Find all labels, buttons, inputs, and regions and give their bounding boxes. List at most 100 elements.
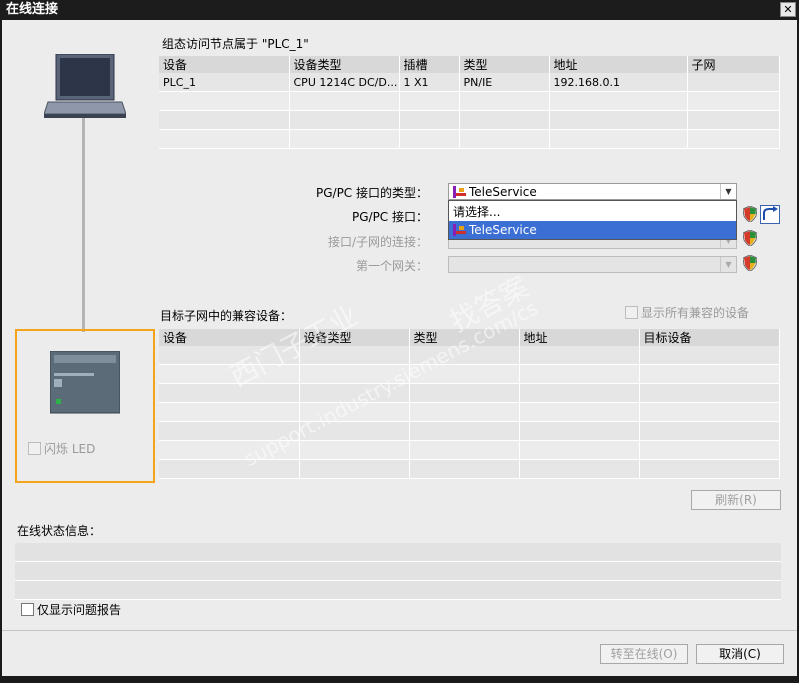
table-row[interactable] xyxy=(159,421,780,441)
table-row[interactable] xyxy=(159,129,780,149)
flash-led-checkbox[interactable] xyxy=(28,442,41,455)
table-row[interactable] xyxy=(159,110,780,130)
table-cell xyxy=(459,91,550,111)
chevron-down-icon[interactable]: ▼ xyxy=(720,184,736,199)
column-header[interactable]: 设备 xyxy=(159,56,290,73)
first-gateway-combobox[interactable]: ▼ xyxy=(448,256,737,273)
table-cell xyxy=(409,402,520,422)
column-header[interactable]: 设备类型 xyxy=(289,56,400,73)
table-cell: PN/IE xyxy=(459,73,550,92)
dropdown-option-teleservice[interactable]: TeleService xyxy=(449,221,736,239)
table-cell xyxy=(639,383,780,403)
table-cell xyxy=(159,129,290,149)
compatible-devices-title: 目标子网中的兼容设备： xyxy=(160,309,293,323)
table-cell xyxy=(639,402,780,422)
pgpc-type-label: PG/PC 接口的类型： xyxy=(315,186,428,200)
teleservice-icon xyxy=(453,224,466,236)
table-cell: 1 X1 xyxy=(399,73,460,92)
table-cell xyxy=(519,459,640,479)
only-problems-checkbox[interactable] xyxy=(21,603,34,616)
pgpc-type-dropdown-list: 请选择... TeleService xyxy=(448,200,737,240)
dropdown-option-select[interactable]: 请选择... xyxy=(449,203,736,221)
column-header[interactable]: 插槽 xyxy=(399,56,460,73)
online-status-title: 在线状态信息： xyxy=(17,524,102,538)
table-cell xyxy=(639,421,780,441)
subnet-connection-label: 接口/子网的连接： xyxy=(327,235,428,249)
table-cell xyxy=(399,129,460,149)
column-header[interactable]: 目标设备 xyxy=(639,329,780,346)
table-cell xyxy=(519,440,640,460)
cancel-button[interactable]: 取消(C) xyxy=(696,644,784,664)
table-cell xyxy=(639,364,780,384)
close-button[interactable]: ✕ xyxy=(780,2,796,17)
table-row[interactable] xyxy=(159,91,780,111)
show-all-compatible-checkbox[interactable] xyxy=(625,306,638,319)
connect-interface-button[interactable] xyxy=(760,205,780,224)
table-row[interactable]: PLC_1 CPU 1214C DC/D... 1 X1 PN/IE 192.168.0… xyxy=(159,73,780,92)
table-cell xyxy=(159,459,300,479)
table-cell xyxy=(159,383,300,403)
show-all-compatible-label: 显示所有兼容的设备 xyxy=(641,306,750,320)
table-cell: 192.168.0.1 xyxy=(549,73,688,92)
window-title: 在线连接 xyxy=(6,2,59,17)
table-cell xyxy=(299,459,410,479)
column-header[interactable]: 地址 xyxy=(519,329,640,346)
table-cell xyxy=(549,110,688,130)
divider xyxy=(2,630,797,631)
table-cell xyxy=(409,459,520,479)
table-row[interactable] xyxy=(159,402,780,422)
connection-line xyxy=(82,118,85,332)
table-cell xyxy=(639,440,780,460)
table-cell xyxy=(409,440,520,460)
table-cell xyxy=(459,110,550,130)
table-cell xyxy=(289,129,400,149)
flash-led-label: 闪烁 LED xyxy=(44,442,96,456)
column-header[interactable]: 类型 xyxy=(459,56,550,73)
security-shield-icon[interactable] xyxy=(743,255,757,271)
table-cell xyxy=(519,364,640,384)
refresh-button[interactable]: 刷新(R) xyxy=(691,490,781,510)
table-cell xyxy=(399,110,460,130)
pgpc-type-value: TeleService xyxy=(469,185,537,199)
table-cell xyxy=(687,73,780,92)
table-cell xyxy=(299,440,410,460)
configured-node-title: 组态访问节点属于 "PLC_1" xyxy=(162,37,309,51)
table-cell xyxy=(519,421,640,441)
table-cell xyxy=(289,110,400,130)
column-header[interactable]: 子网 xyxy=(687,56,780,73)
table-cell xyxy=(687,110,780,130)
only-problems-label: 仅显示问题报告 xyxy=(37,603,122,617)
table-cell xyxy=(687,129,780,149)
security-shield-icon[interactable] xyxy=(743,230,757,246)
pgpc-interface-label: PG/PC 接口： xyxy=(351,210,428,224)
table-cell xyxy=(409,421,520,441)
table-cell xyxy=(687,91,780,111)
teleservice-icon xyxy=(453,186,466,198)
table-cell xyxy=(519,346,640,365)
table-cell xyxy=(159,402,300,422)
pc-laptop-icon xyxy=(44,54,126,118)
pgpc-type-combobox[interactable]: TeleService ▼ xyxy=(448,183,737,200)
table-header: 设备 设备类型 插槽 类型 地址 子网 xyxy=(159,56,780,73)
table-cell xyxy=(639,346,780,365)
list-item xyxy=(15,581,781,600)
table-cell xyxy=(159,91,290,111)
online-status-list xyxy=(15,543,781,600)
configured-node-table: 设备 设备类型 插槽 类型 地址 子网 PLC_1 CPU 1214C DC/D... 1 X… xyxy=(159,56,780,149)
plc-device-icon xyxy=(50,351,120,414)
table-cell xyxy=(549,91,688,111)
first-gateway-label: 第一个网关： xyxy=(355,259,428,273)
table-cell xyxy=(459,129,550,149)
connect-arrow-icon xyxy=(763,206,778,220)
table-cell: PLC_1 xyxy=(159,73,290,92)
chevron-down-icon: ▼ xyxy=(720,257,736,272)
security-shield-icon[interactable] xyxy=(743,206,757,222)
online-connection-dialog: 在线连接 ✕ 闪烁 LED 组态访问节点属于 "PLC_1" 设备 设备类型 插槽类… xyxy=(0,0,799,683)
column-header[interactable]: 地址 xyxy=(549,56,688,73)
list-item xyxy=(15,562,781,581)
table-cell xyxy=(289,91,400,111)
table-cell xyxy=(549,129,688,149)
table-cell xyxy=(519,402,640,422)
table-cell: CPU 1214C DC/D... xyxy=(289,73,400,92)
go-online-button[interactable]: 转至在线(O) xyxy=(600,644,688,664)
